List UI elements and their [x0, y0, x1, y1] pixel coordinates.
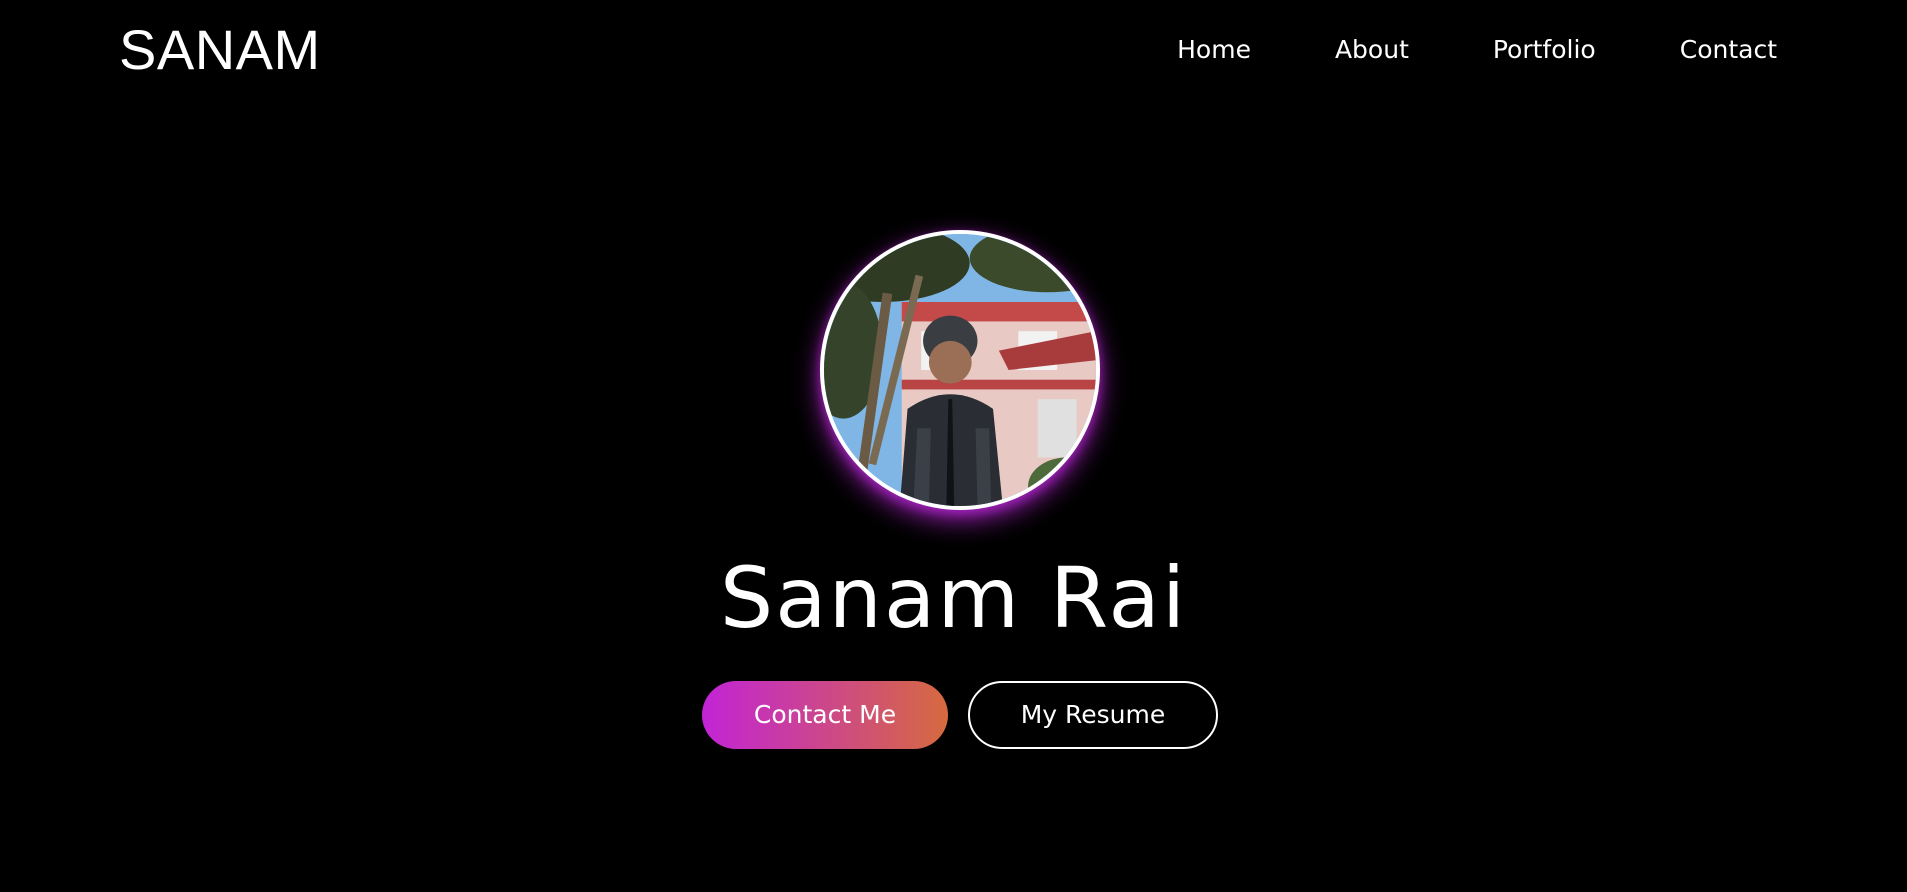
profile-avatar — [820, 230, 1100, 510]
page: SANAM Home About Portfolio Contact Sanam… — [0, 0, 1907, 892]
hero-name-heading: Sanam Rai — [719, 549, 1188, 647]
contact-me-button[interactable]: Contact Me — [702, 681, 948, 749]
hero-section: Sanam Rai Contact Me My Resume — [0, 0, 1907, 892]
profile-photo — [824, 234, 1096, 506]
my-resume-button[interactable]: My Resume — [968, 681, 1218, 749]
